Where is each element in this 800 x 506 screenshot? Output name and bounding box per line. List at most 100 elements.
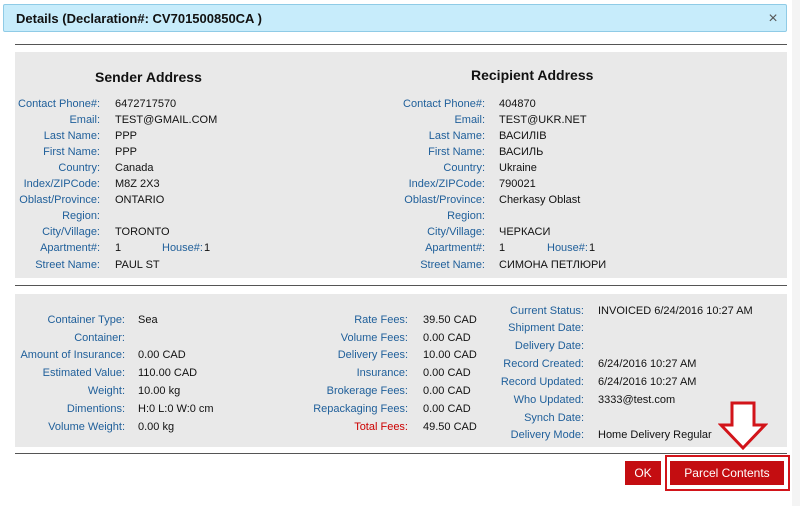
sender-value: ONTARIO: [115, 194, 165, 206]
parcel-label: Container Type:: [47, 314, 125, 326]
parcel-label: Volume Weight:: [48, 421, 125, 433]
parcel-contents-button[interactable]: Parcel Contents: [670, 461, 784, 485]
recipient-label: Index/ZIPCode:: [408, 178, 485, 190]
status-value: Home Delivery Regular: [598, 429, 712, 441]
status-value: 6/24/2016 10:27 AM: [598, 358, 697, 370]
parcel-value: H:0 L:0 W:0 cm: [138, 403, 214, 415]
sender-label: First Name:: [43, 146, 100, 158]
sender-value: Canada: [115, 162, 154, 174]
details-panel: Container Type: Sea Container: Amount of…: [15, 294, 787, 447]
sender-label: Email:: [69, 114, 100, 126]
status-value: INVOICED 6/24/2016 10:27 AM: [598, 305, 753, 317]
address-panel: Sender Address Recipient Address Contact…: [15, 52, 787, 278]
status-label: Delivery Mode:: [510, 429, 584, 441]
recipient-label: Region:: [447, 210, 485, 222]
fees-value: 0.00 CAD: [423, 385, 471, 397]
parcel-value: Sea: [138, 314, 158, 326]
sender-label: Contact Phone#:: [18, 98, 100, 110]
fees-value: 10.00 CAD: [423, 349, 477, 361]
recipient-value: TEST@UKR.NET: [499, 114, 587, 126]
recipient-label: Apartment#:: [425, 242, 485, 254]
sender-value: M8Z 2X3: [115, 178, 160, 190]
ok-button[interactable]: OK: [625, 461, 661, 485]
fees-value: 39.50 CAD: [423, 314, 477, 326]
sender-label: Apartment#:: [40, 242, 100, 254]
sender-value: 6472717570: [115, 98, 177, 110]
fees-label: Rate Fees:: [354, 314, 408, 326]
recipient-label: Country:: [443, 162, 485, 174]
parcel-value: 110.00 CAD: [138, 367, 198, 379]
fees-label: Volume Fees:: [340, 332, 408, 344]
sender-value: PAUL ST: [115, 259, 160, 271]
sender-value: 1: [115, 242, 122, 254]
sender-value: TORONTO: [115, 226, 170, 238]
sender-label: City/Village:: [42, 226, 100, 238]
dialog-title: Details (Declaration#: CV701500850CA ): [16, 11, 262, 26]
fees-value: 0.00 CAD: [423, 403, 471, 415]
fees-label: Repackaging Fees:: [313, 403, 408, 415]
sender-value: PPP: [115, 130, 138, 142]
sender-house-value: 1: [204, 242, 211, 254]
recipient-heading: Recipient Address: [471, 67, 594, 83]
status-label: Who Updated:: [513, 394, 584, 406]
fees-label: Delivery Fees:: [337, 349, 408, 361]
sender-label: Country:: [58, 162, 100, 174]
recipient-house-value: 1: [589, 242, 596, 254]
dialog-titlebar[interactable]: Details (Declaration#: CV701500850CA ) ×: [3, 4, 787, 32]
fees-value: 0.00 CAD: [423, 367, 471, 379]
recipient-value: ВАСИЛІВ: [499, 130, 547, 142]
status-label: Shipment Date:: [508, 322, 584, 334]
status-label: Record Updated:: [500, 376, 584, 388]
sender-house-label: House#:: [162, 242, 203, 254]
parcel-value: 10.00 kg: [138, 385, 181, 397]
recipient-label: Street Name:: [420, 259, 485, 271]
sender-label: Street Name:: [35, 259, 100, 271]
status-label: Current Status:: [510, 305, 584, 317]
details-dialog: Details (Declaration#: CV701500850CA ) ×…: [0, 0, 800, 506]
parcel-value: 0.00 CAD: [138, 349, 186, 361]
total-fees-value: 49.50 CAD: [423, 421, 477, 433]
top-divider: [15, 44, 787, 45]
status-value: 3333@test.com: [598, 394, 676, 406]
parcel-label: Estimated Value:: [42, 367, 125, 379]
parcel-label: Dimentions:: [66, 403, 125, 415]
parcel-label: Weight:: [87, 385, 125, 397]
recipient-value: 790021: [499, 178, 536, 190]
recipient-value: Ukraine: [499, 162, 537, 174]
recipient-value: 404870: [499, 98, 536, 110]
recipient-value: Cherkasy Oblast: [499, 194, 581, 206]
sender-heading: Sender Address: [95, 69, 202, 85]
middle-divider: [15, 285, 787, 286]
sender-label: Index/ZIPCode:: [23, 178, 100, 190]
parcel-value: 0.00 kg: [138, 421, 175, 433]
parcel-label: Container:: [74, 332, 125, 344]
recipient-label: Email:: [454, 114, 485, 126]
down-arrow-icon: [718, 401, 768, 451]
recipient-label: First Name:: [428, 146, 485, 158]
close-icon[interactable]: ×: [764, 10, 782, 28]
status-label: Record Created:: [503, 358, 584, 370]
page-edge: [792, 0, 800, 506]
recipient-label: Oblast/Province:: [404, 194, 485, 206]
sender-value: PPP: [115, 146, 138, 158]
parcel-label: Amount of Insurance:: [20, 349, 125, 361]
total-fees-label: Total Fees:: [354, 421, 408, 433]
status-value: 6/24/2016 10:27 AM: [598, 376, 697, 388]
recipient-value: ЧЕРКАСИ: [499, 226, 551, 238]
recipient-value: ВАСИЛЬ: [499, 146, 544, 158]
recipient-house-label: House#:: [547, 242, 588, 254]
status-label: Delivery Date:: [514, 340, 584, 352]
recipient-value: СИМОНА ПЕТЛЮРИ: [499, 259, 607, 271]
bottom-divider: [15, 453, 787, 454]
fees-value: 0.00 CAD: [423, 332, 471, 344]
sender-label: Last Name:: [43, 130, 100, 142]
sender-label: Region:: [62, 210, 100, 222]
recipient-value: 1: [499, 242, 506, 254]
status-label: Synch Date:: [524, 412, 584, 424]
recipient-label: Last Name:: [428, 130, 485, 142]
fees-label: Insurance:: [356, 367, 408, 379]
fees-label: Brokerage Fees:: [326, 385, 408, 397]
sender-value: TEST@GMAIL.COM: [115, 114, 218, 126]
recipient-label: Contact Phone#:: [403, 98, 485, 110]
sender-label: Oblast/Province:: [19, 194, 100, 206]
